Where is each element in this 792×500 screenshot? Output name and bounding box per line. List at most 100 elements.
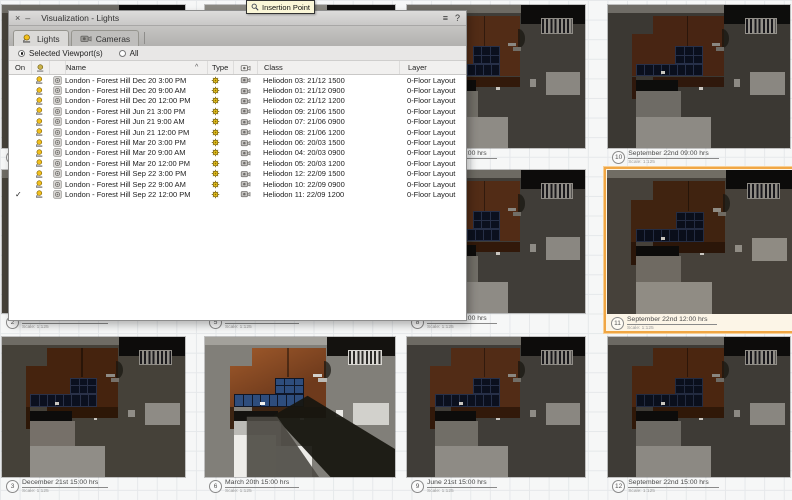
row-layer: 0-Floor Layout: [399, 117, 466, 126]
row-name: London - Forest Hill Jun 21 12:00 PM: [65, 128, 195, 137]
palette-titlebar[interactable]: × – Visualization - Lights ≡ ?: [9, 11, 466, 26]
solar-cell: [295, 379, 303, 386]
viewport-label[interactable]: 12September 22nd 15:00 hrsScale: 1:125: [612, 479, 719, 494]
viewport-label-text: December 21st 15:00 hrsScale: 1:125: [22, 479, 108, 494]
viewport-thumbnail[interactable]: [607, 170, 792, 314]
thumb-roof-bump: [518, 29, 525, 48]
solar-cell: [491, 386, 499, 393]
tab-cameras[interactable]: Cameras: [71, 30, 139, 46]
col-type[interactable]: Type: [207, 61, 233, 74]
viewport-label[interactable]: 9June 21st 15:00 hrsScale: 1:125: [411, 479, 497, 494]
selected-viewport[interactable]: 11September 22nd 12:00 hrsScale: 1:125: [604, 167, 792, 333]
solar-cell: [676, 386, 684, 393]
table-row[interactable]: London - Forest Hill Jun 21 9:00 AMHelio…: [9, 117, 466, 127]
viewport-thumbnail[interactable]: [407, 337, 585, 477]
solar-cell: [64, 395, 71, 406]
tool-tooltip: Insertion Point: [246, 0, 315, 14]
row-layer: 0-Floor Layout: [399, 86, 466, 95]
thumb-roof-bump: [116, 361, 123, 379]
table-row[interactable]: London - Forest Hill Jun 21 3:00 PMHelio…: [9, 106, 466, 116]
heliodon-symbol-icon: [49, 96, 65, 105]
solar-cell: [491, 47, 499, 54]
heliodon-symbol-icon: [49, 128, 65, 137]
col-class[interactable]: Class: [257, 61, 399, 74]
solar-cell: [678, 395, 685, 406]
col-layer[interactable]: Layer: [399, 61, 466, 74]
thumb-solar-lower: [30, 394, 97, 407]
table-row[interactable]: ✓London - Forest Hill Sep 22 12:00 PMHel…: [9, 189, 466, 199]
solar-cell: [637, 65, 644, 76]
minimize-icon[interactable]: –: [25, 13, 30, 23]
solar-cell: [476, 395, 483, 406]
viewport-scale: Scale: 1:125: [628, 488, 718, 494]
thumb-vent-b: [94, 418, 98, 420]
table-row[interactable]: London - Forest Hill Dec 20 3:00 PMHelio…: [9, 75, 466, 85]
tab-lights[interactable]: Lights: [13, 30, 69, 46]
col-on[interactable]: On: [9, 63, 31, 72]
thumb-solar-upper: [473, 211, 500, 228]
thumb-steps-b: [716, 378, 724, 381]
thumb-sq-small: [734, 79, 740, 86]
viewport-label-text: September 22nd 12:00 hrsScale: 1:125: [627, 316, 717, 331]
viewport-number: 6: [209, 480, 222, 493]
col-symbol[interactable]: [49, 61, 65, 74]
solar-cell: [492, 395, 499, 406]
render-camera-icon: [233, 180, 257, 188]
table-row[interactable]: London - Forest Hill Sep 22 9:00 AMHelio…: [9, 179, 466, 189]
viewport-number: 12: [612, 480, 625, 493]
sort-ascending-icon[interactable]: ^: [195, 64, 207, 71]
solar-cell: [491, 212, 499, 219]
viewport-label[interactable]: 11September 22nd 12:00 hrsScale: 1:125: [611, 316, 717, 331]
viewport-scale: Scale: 1:125: [22, 488, 108, 494]
row-name: London - Forest Hill Jun 21 3:00 PM: [65, 107, 195, 116]
table-row[interactable]: London - Forest Hill Sep 22 3:00 PMHelio…: [9, 169, 466, 179]
palette-tabbar: Lights Cameras: [9, 26, 466, 46]
viewport-label[interactable]: 3December 21st 15:00 hrsScale: 1:125: [6, 479, 108, 494]
radio-selected-viewports[interactable]: Selected Viewport(s): [18, 49, 103, 58]
table-row[interactable]: London - Forest Hill Mar 20 3:00 PMHelio…: [9, 137, 466, 147]
solar-cell: [476, 65, 483, 76]
render-camera-icon: [233, 190, 257, 198]
table-row[interactable]: London - Forest Hill Mar 20 9:00 AMHelio…: [9, 148, 466, 158]
solar-cell: [694, 47, 702, 54]
row-class: Heliodon 12: 22/09 1500: [257, 169, 399, 178]
solar-cell: [654, 395, 661, 406]
magnifier-icon: [251, 3, 259, 11]
menu-icon[interactable]: ≡: [443, 13, 448, 23]
viewport-number: 11: [611, 317, 624, 330]
radio-dot-all[interactable]: [119, 50, 126, 57]
viewport-label[interactable]: 6March 20th 15:00 hrsScale: 1:125: [209, 479, 299, 494]
thumb-pad-right: [546, 237, 580, 260]
col-light-icon[interactable]: [31, 61, 49, 74]
table-row[interactable]: London - Forest Hill Dec 20 9:00 AMHelio…: [9, 85, 466, 95]
close-icon[interactable]: ×: [15, 13, 20, 23]
viewport-thumbnail[interactable]: [205, 337, 395, 477]
viewport-thumbnail[interactable]: [608, 337, 790, 477]
heliodon-symbol-icon: [49, 148, 65, 157]
thumb-roof-ridge: [484, 181, 485, 211]
light-bulb-icon: [31, 97, 49, 105]
table-row[interactable]: London - Forest Hill Mar 20 12:00 PMHeli…: [9, 158, 466, 168]
row-layer: 0-Floor Layout: [399, 107, 466, 116]
solar-cell: [670, 230, 677, 241]
thumb-vent-a: [55, 402, 59, 405]
solar-cell: [694, 379, 702, 386]
solar-cell: [253, 395, 261, 406]
lights-table-body: London - Forest Hill Dec 20 3:00 PMHelio…: [9, 75, 466, 320]
viewport-label[interactable]: 10September 22nd 09:00 hrsScale: 1:125: [612, 150, 719, 165]
thumb-sq-small: [530, 79, 536, 86]
table-row[interactable]: London - Forest Hill Jun 21 12:00 PMHeli…: [9, 127, 466, 137]
help-icon[interactable]: ?: [455, 13, 460, 23]
col-render-icon[interactable]: [233, 61, 257, 74]
thumb-roof-notch: [632, 348, 653, 366]
col-name[interactable]: Name: [65, 61, 195, 74]
radio-dot-selected[interactable]: [18, 50, 25, 57]
row-name: London - Forest Hill Dec 20 12:00 PM: [65, 96, 195, 105]
solar-cell: [88, 379, 96, 386]
radio-all[interactable]: All: [119, 49, 139, 58]
row-on-cell[interactable]: ✓: [9, 190, 31, 199]
table-row[interactable]: London - Forest Hill Dec 20 12:00 PMHeli…: [9, 96, 466, 106]
viewport-thumbnail[interactable]: [2, 337, 185, 477]
heliodon-symbol-icon: [49, 159, 65, 168]
viewport-thumbnail[interactable]: [608, 5, 790, 148]
